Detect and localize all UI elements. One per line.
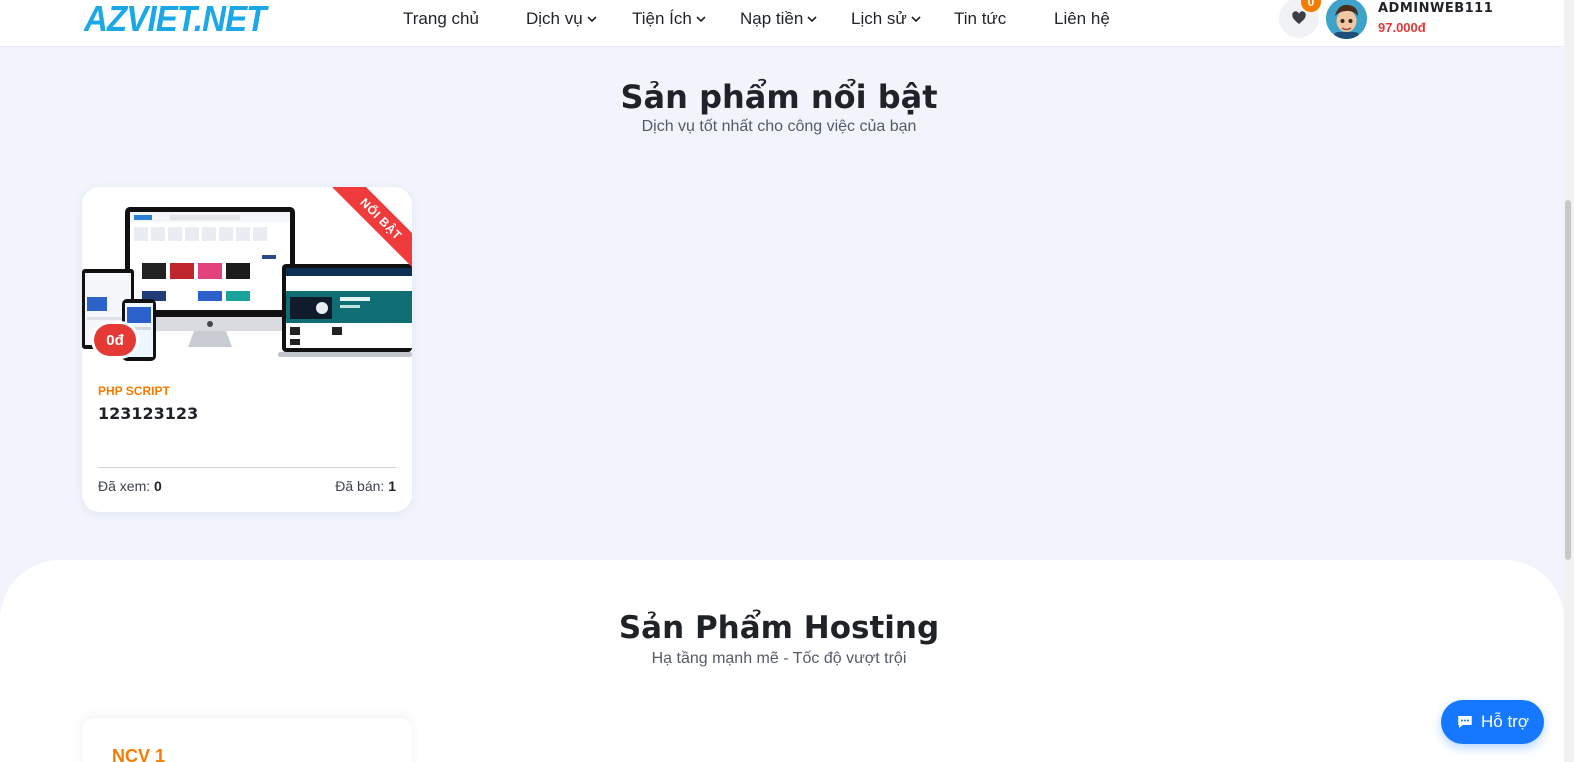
product-category: PHP SCRIPT <box>98 384 170 398</box>
user-name[interactable]: ADMINWEB111 <box>1378 1 1493 16</box>
nav-label: Nạp tiền <box>740 9 804 28</box>
hosting-subtitle: Hạ tầng mạnh mẽ - Tốc độ vượt trội <box>651 650 907 667</box>
scrollbar-thumb[interactable] <box>1565 200 1571 560</box>
chevron-down-icon <box>587 14 597 24</box>
nav-label: Tin tức <box>954 9 1007 28</box>
user-avatar-illustration <box>1326 0 1367 39</box>
product-name[interactable]: 123123123 <box>98 404 198 423</box>
nav-item-topup[interactable]: Nạp tiền <box>740 9 817 29</box>
featured-title: Sản phẩm nổi bật <box>620 78 938 116</box>
nav-item-services[interactable]: Dịch vụ <box>526 9 597 29</box>
heart-icon <box>1292 11 1306 24</box>
product-views: Đã xem: 0 <box>98 478 162 494</box>
nav-label: Trang chủ <box>403 9 479 28</box>
nav-label: Tiện Ích <box>632 9 692 28</box>
page: AZVIET.NET Trang chủ Dịch vụ Tiện Ích Nạ… <box>0 0 1574 762</box>
site-header: AZVIET.NET Trang chủ Dịch vụ Tiện Ích Nạ… <box>0 0 1564 47</box>
views-label: Đã xem: <box>98 478 151 494</box>
site-logo[interactable]: AZVIET.NET <box>84 0 266 40</box>
sold-count: 1 <box>388 478 396 494</box>
hosting-title: Sản Phẩm Hosting <box>618 610 940 646</box>
featured-subtitle: Dịch vụ tốt nhất cho công việc của bạn <box>641 118 917 135</box>
nav-item-contact[interactable]: Liên hệ <box>1054 9 1110 29</box>
views-count: 0 <box>154 478 162 494</box>
chat-icon <box>1458 716 1472 728</box>
chevron-down-icon <box>911 14 921 24</box>
nav-label: Liên hệ <box>1054 9 1110 28</box>
product-sold: Đã bán: 1 <box>335 478 396 494</box>
nav-item-history[interactable]: Lịch sử <box>851 9 921 29</box>
sold-label: Đã bán: <box>335 478 385 494</box>
support-button[interactable]: Hỗ trợ <box>1441 700 1544 744</box>
user-balance: 97.000đ <box>1378 20 1426 35</box>
nav-item-utilities[interactable]: Tiện Ích <box>632 9 706 29</box>
chevron-down-icon <box>696 14 706 24</box>
hosting-card-title: NCV 1 <box>112 746 166 762</box>
support-label: Hỗ trợ <box>1481 712 1529 731</box>
nav-label: Dịch vụ <box>526 9 583 28</box>
ribbon-label: NỔI BẬT <box>326 187 412 274</box>
hosting-card[interactable]: NCV 1 <box>82 718 412 762</box>
nav-item-home[interactable]: Trang chủ <box>403 9 479 29</box>
nav-item-news[interactable]: Tin tức <box>954 9 1006 29</box>
nav-label: Lịch sử <box>851 9 907 28</box>
chevron-down-icon <box>807 14 817 24</box>
price-badge: 0đ <box>94 324 136 356</box>
avatar[interactable] <box>1326 0 1367 39</box>
product-card[interactable]: NỔI BẬT 0đ PHP SCRIPT 123123123 Đã xem: … <box>82 187 412 512</box>
card-divider <box>98 467 396 468</box>
featured-ribbon: NỔI BẬT <box>322 187 412 277</box>
